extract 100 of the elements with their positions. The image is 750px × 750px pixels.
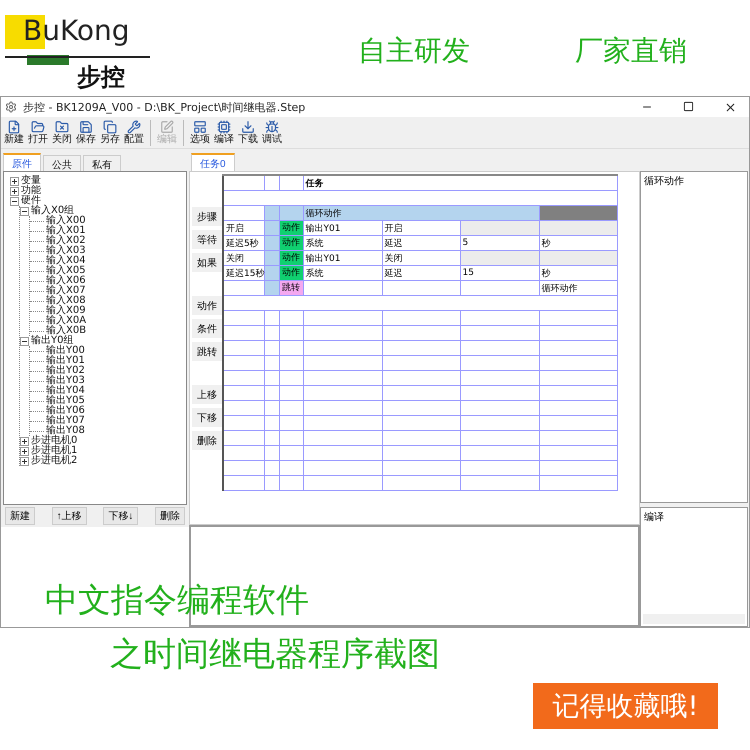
promo-headline: 中文指令编程软件 — [45, 579, 309, 621]
new-file-icon — [7, 120, 21, 134]
panel-button[interactable]: 下移↓ — [103, 507, 138, 525]
tab[interactable]: 公共 — [43, 155, 81, 171]
tree-item[interactable]: 输入X02 — [46, 236, 86, 246]
table-cell: 延迟15秒 — [223, 266, 264, 280]
toolbar-button[interactable]: 调试 — [261, 120, 283, 145]
tree-item[interactable]: 输入X01 — [46, 226, 86, 236]
table-cell: 开启 — [223, 220, 264, 236]
table-cell: 秒 — [539, 236, 617, 250]
tree-item[interactable]: 输入X0B — [46, 326, 86, 336]
tree-item[interactable]: 输出Y00 — [46, 346, 85, 356]
tree-item[interactable]: 输入X03 — [46, 246, 86, 256]
tree-item[interactable]: 变量 — [21, 176, 41, 186]
table-cell: 关闭 — [382, 250, 460, 266]
download-icon — [241, 120, 255, 134]
tab[interactable]: 任务0 — [191, 153, 235, 171]
table-cell: 延迟 — [382, 236, 460, 250]
expand-icon[interactable] — [20, 446, 29, 456]
edit-icon — [160, 120, 174, 134]
toolbar-button[interactable]: 打开 — [27, 120, 49, 145]
folder-icon — [55, 120, 69, 134]
side-button[interactable]: 删除 — [192, 431, 222, 450]
table-cell: 系统 — [303, 266, 382, 280]
window-title: 步控 - BK1209A_V00 - D:\BK_Project\时间继电器.Step — [23, 100, 306, 114]
wrench-icon — [127, 120, 141, 134]
tab[interactable]: 私有 — [83, 155, 121, 171]
command-badge: 动作 — [280, 221, 302, 235]
toolbar-button[interactable]: 配置 — [123, 120, 145, 145]
side-button[interactable]: 动作 — [192, 296, 222, 315]
collapse-icon[interactable] — [20, 336, 29, 346]
side-button[interactable]: 上移 — [192, 385, 222, 404]
step-cell[interactable]: 循环动作 — [303, 206, 539, 220]
command-badge: 动作 — [280, 236, 302, 250]
toolbar-button[interactable]: 保存 — [75, 120, 97, 145]
tree-item[interactable]: 步进电机1 — [31, 446, 78, 456]
command-badge: 动作 — [280, 266, 302, 280]
copy-icon — [103, 120, 117, 134]
save-icon — [79, 120, 93, 134]
table-header: 任务 — [303, 175, 617, 190]
table-cell: 循环动作 — [539, 280, 617, 296]
tree-item[interactable]: 输入X0A — [46, 316, 86, 326]
collapse-icon[interactable] — [10, 196, 19, 206]
tree-item[interactable]: 输入X00 — [46, 216, 86, 226]
side-button[interactable]: 等待 — [192, 230, 222, 249]
toolbar-button[interactable]: 下载 — [237, 120, 259, 145]
logo-chinese: 步控 — [77, 62, 125, 93]
panel-button[interactable]: ↑上移 — [52, 507, 87, 525]
tree-item[interactable]: 输出Y08 — [46, 426, 85, 436]
tree-item[interactable]: 输入X04 — [46, 256, 86, 266]
tree-item[interactable]: 输出Y01 — [46, 356, 85, 366]
tree-item[interactable]: 输入X08 — [46, 296, 86, 306]
tree-item[interactable]: 输出Y02 — [46, 366, 85, 376]
tree-item[interactable]: 输出Y0组 — [31, 336, 74, 346]
tree-item[interactable]: 输出Y05 — [46, 396, 85, 406]
tree-item[interactable]: 硬件 — [21, 196, 41, 206]
expand-icon[interactable] — [10, 186, 19, 196]
toolbar-button[interactable]: 新建 — [3, 120, 25, 145]
side-button[interactable]: 条件 — [192, 319, 222, 338]
expand-icon[interactable] — [20, 436, 29, 446]
toolbar-button[interactable]: 另存 — [99, 120, 121, 145]
table-cell: 延迟5秒 — [223, 236, 264, 250]
side-button[interactable]: 步骤 — [192, 207, 222, 226]
panel-button[interactable]: 删除 — [154, 507, 185, 525]
tree-item[interactable]: 输入X05 — [46, 266, 86, 276]
close-icon[interactable] — [724, 100, 737, 114]
tree-item[interactable]: 输出Y07 — [46, 416, 85, 426]
promo-badge: 记得收藏哦! — [533, 683, 718, 729]
toolbar-button[interactable]: 编译 — [213, 120, 235, 145]
table-cell: 系统 — [303, 236, 382, 250]
window-icon — [193, 120, 207, 134]
tree-item[interactable]: 输入X06 — [46, 276, 86, 286]
tree-item[interactable]: 输入X0组 — [31, 206, 74, 216]
side-button[interactable]: 如果 — [192, 253, 222, 272]
table-cell: 15 — [460, 266, 539, 280]
chip-icon — [217, 120, 231, 134]
app-icon — [5, 101, 17, 113]
tree-item[interactable]: 输出Y04 — [46, 386, 85, 396]
toolbar-button[interactable]: 关闭 — [51, 120, 73, 145]
table-cell: 关闭 — [223, 250, 264, 266]
tree-item[interactable]: 输出Y03 — [46, 376, 85, 386]
toolbar-button[interactable]: 选项 — [189, 120, 211, 145]
side-button[interactable]: 下移 — [192, 408, 222, 427]
maximize-icon[interactable] — [683, 100, 694, 112]
promo-headline: 之时间继电器程序截图 — [110, 633, 440, 675]
tree-item[interactable]: 功能 — [21, 186, 41, 196]
tab[interactable]: 原件 — [3, 153, 41, 171]
tree-item[interactable]: 输出Y06 — [46, 406, 85, 416]
tree-item[interactable]: 输入X09 — [46, 306, 86, 316]
collapse-icon[interactable] — [20, 206, 29, 216]
tree-item[interactable]: 步进电机0 — [31, 436, 78, 446]
expand-icon[interactable] — [10, 176, 19, 186]
panel-text: 编译 — [644, 512, 664, 523]
slogan: 厂家直销 — [575, 33, 687, 69]
table-cell: 秒 — [539, 266, 617, 280]
side-button[interactable]: 跳转 — [192, 342, 222, 361]
expand-icon[interactable] — [20, 456, 29, 466]
tree-item[interactable]: 步进电机2 — [31, 456, 78, 466]
panel-button[interactable]: 新建 — [5, 507, 35, 525]
tree-item[interactable]: 输入X07 — [46, 286, 86, 296]
